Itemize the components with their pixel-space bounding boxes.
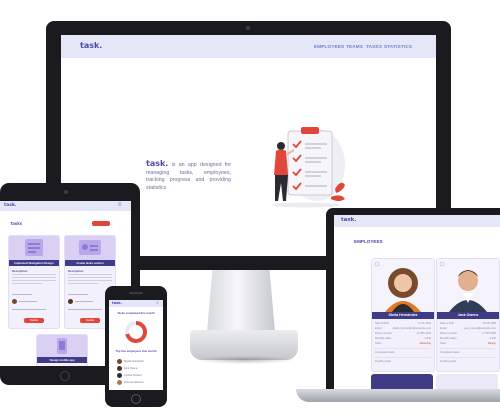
monitor-stand	[207, 270, 275, 332]
task-card[interactable]: Implement Navigation Design Description …	[8, 235, 60, 329]
phone: task. ≡ Tasks completed this month Top f…	[105, 286, 167, 407]
list-item: Florence Wheeler	[117, 379, 159, 386]
details-button[interactable]: Details	[80, 318, 100, 323]
list-item: Joshua Howard	[117, 372, 159, 379]
nav-link-tasks[interactable]: TASKS	[366, 44, 382, 49]
employee-card[interactable]: Shela Hernández Date of birth 11-11-1991 …	[371, 258, 435, 372]
laptop-navbar: task.	[334, 215, 500, 227]
nav-link-employees[interactable]: EMPLOYEES	[314, 44, 344, 49]
add-task-button[interactable]	[92, 221, 110, 226]
task-card-image	[9, 236, 59, 260]
list-item: Jack Owens	[117, 365, 159, 372]
avatar	[117, 380, 122, 385]
phone-logo[interactable]: task.	[112, 301, 122, 305]
employee-name: Shela Hernández	[372, 312, 434, 319]
checklist-illustration	[272, 127, 345, 208]
monitor-shadow	[195, 356, 295, 364]
employee-photo	[437, 259, 499, 312]
task-description-text	[12, 274, 56, 284]
task-meta	[12, 294, 56, 310]
hero-text: task. is an app designed for managing ta…	[146, 160, 231, 192]
task-card-image	[65, 236, 115, 260]
completed-tasks-label: Completed tasks	[440, 351, 460, 354]
laptop-base	[296, 389, 500, 402]
phone-speaker	[129, 292, 143, 294]
desktop-navbar: task. EMPLOYEES TEAMS TASKS STATISTICS	[61, 35, 436, 58]
employee-photo	[372, 259, 434, 312]
laptop: task. EMPLOYEES Shela Hernández Date of …	[326, 208, 500, 391]
tablet-logo[interactable]: task.	[4, 203, 17, 208]
tablet-camera	[64, 190, 68, 194]
pending-tasks-label: Pending tasks	[440, 360, 457, 363]
employee-fields: Date of birth 04-05-1988 Email jack_owens@…	[440, 322, 496, 366]
tablet-home-button[interactable]	[60, 371, 70, 381]
laptop-logo[interactable]: task.	[341, 217, 356, 223]
hero-brand: task.	[146, 159, 169, 168]
tasks-completed-donut	[125, 321, 147, 343]
details-button[interactable]: Details	[24, 318, 44, 323]
menu-icon[interactable]: ≡	[156, 300, 159, 305]
employees-heading: EMPLOYEES	[354, 239, 383, 244]
avatar	[12, 299, 17, 304]
task-card-image	[37, 335, 87, 357]
phone-home-button[interactable]	[131, 394, 141, 404]
avatar	[117, 359, 122, 364]
nav-link-statistics[interactable]: STATISTICS	[384, 44, 412, 49]
avatar	[117, 366, 122, 371]
employee-card[interactable]: Jack Owens Date of birth 04-05-1988 Email…	[436, 258, 500, 372]
phone-navbar: task. ≡	[109, 300, 163, 307]
top-employees-title: Top five employees this month	[115, 349, 157, 353]
task-title: Create tasks section	[65, 260, 115, 266]
monitor-camera	[246, 26, 250, 30]
task-description-text	[68, 274, 112, 284]
task-description-label: Description	[12, 269, 28, 273]
employee-fields: Date of birth 11-11-1991 Email sheila_hern…	[375, 322, 431, 366]
top-employees-list: Sheila Hernández Jack Owens Joshua Howar…	[117, 358, 159, 386]
tasks-heading: Tasks	[10, 221, 23, 226]
list-item: Sheila Hernández	[117, 358, 159, 365]
phone-screen: task. ≡ Tasks completed this month Top f…	[109, 300, 163, 390]
avatar	[117, 373, 122, 378]
task-title: Design mobile app	[37, 357, 87, 363]
completed-tasks-label: Completed tasks	[375, 351, 395, 354]
desktop-logo[interactable]: task.	[80, 41, 102, 50]
task-description-label: Description	[68, 269, 84, 273]
avatar	[68, 299, 73, 304]
employee-name: Jack Owens	[437, 312, 499, 319]
task-card[interactable]: Design mobile app	[36, 334, 88, 366]
nav-link-teams[interactable]: TEAMS	[346, 44, 363, 49]
menu-icon[interactable]: ≡	[118, 202, 122, 208]
tasks-completed-title: Tasks completed this month	[117, 311, 155, 315]
tablet-navbar: task. ≡	[0, 201, 131, 211]
pending-tasks-label: Pending tasks	[375, 360, 392, 363]
laptop-screen: task. EMPLOYEES Shela Hernández Date of …	[334, 215, 500, 391]
task-title: Implement Navigation Design	[9, 260, 59, 266]
